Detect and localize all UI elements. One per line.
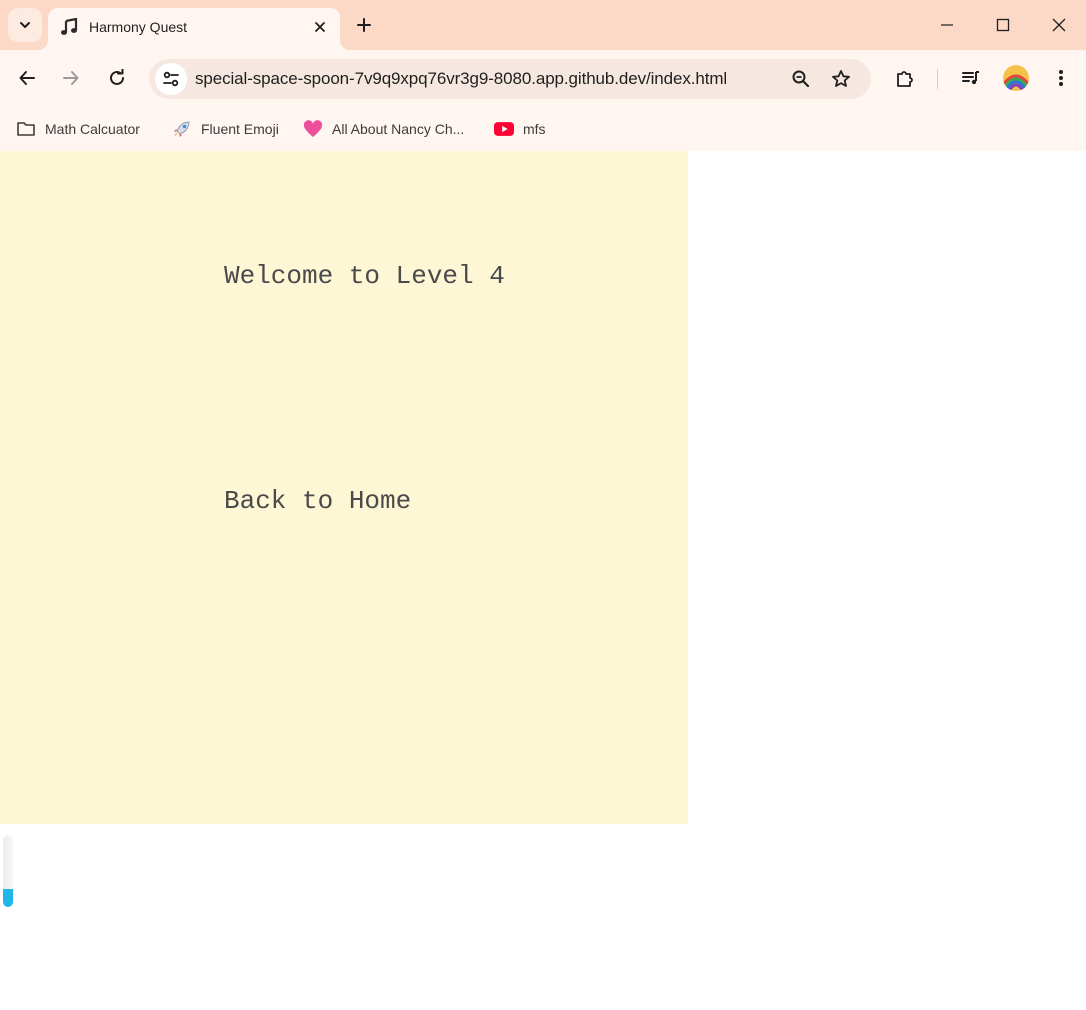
chevron-down-icon — [20, 22, 30, 28]
maximize-button[interactable] — [975, 0, 1031, 50]
page-viewport: Welcome to Level 4 Back to Home — [0, 151, 1086, 1010]
address-bar[interactable]: special-space-spoon-7v9q9xpq76vr3g9-8080… — [149, 59, 871, 99]
reload-icon — [110, 69, 124, 85]
url-text[interactable]: special-space-spoon-7v9q9xpq76vr3g9-8080… — [195, 69, 727, 89]
bookmark-star-button[interactable] — [825, 63, 857, 95]
bookmark-label: Fluent Emoji — [201, 121, 279, 137]
forward-button[interactable] — [55, 62, 87, 94]
queue-music-icon — [962, 71, 979, 85]
star-icon — [832, 70, 850, 87]
music-note-icon — [61, 18, 78, 35]
tab-title: Harmony Quest — [89, 19, 188, 35]
bookmark-mfs[interactable]: mfs — [494, 116, 546, 142]
tab-search-button[interactable] — [8, 8, 42, 42]
zoom-out-icon — [792, 70, 810, 88]
level-heading: Welcome to Level 4 — [224, 261, 505, 291]
new-tab-button[interactable] — [350, 11, 378, 39]
plus-icon — [357, 18, 371, 32]
active-tab[interactable]: Harmony Quest — [48, 8, 340, 50]
bookmark-math-calcuator[interactable]: Math Calcuator — [16, 116, 140, 142]
level-panel: Welcome to Level 4 Back to Home — [0, 151, 688, 824]
bookmark-fluent-emoji[interactable]: Fluent Emoji — [172, 116, 279, 142]
back-button[interactable] — [11, 62, 43, 94]
minimize-icon — [941, 24, 953, 26]
more-vert-icon — [1059, 70, 1063, 86]
scroll-indicator-fill — [3, 889, 13, 907]
scroll-indicator[interactable] — [3, 835, 13, 907]
media-controls-button[interactable] — [955, 62, 987, 94]
folder-icon — [16, 119, 36, 139]
maximize-icon — [996, 18, 1010, 32]
rocket-icon — [172, 119, 192, 139]
avatar-image — [1003, 65, 1029, 91]
menu-button[interactable] — [1045, 62, 1077, 94]
arrow-left-icon — [19, 71, 35, 85]
tab-close-button[interactable] — [310, 17, 330, 37]
bookmark-label: All About Nancy Ch... — [332, 121, 465, 137]
close-window-button[interactable] — [1031, 0, 1086, 50]
extensions-button[interactable] — [889, 62, 921, 94]
reload-button[interactable] — [101, 62, 133, 94]
zoom-button[interactable] — [785, 63, 817, 95]
profile-avatar[interactable] — [1003, 65, 1029, 91]
bookmarks-bar: Math Calcuator Fluent Emoji All About Na… — [0, 108, 1086, 151]
toolbar-separator — [937, 69, 938, 89]
close-icon — [315, 22, 325, 32]
bookmark-label: mfs — [523, 121, 546, 137]
site-info-button[interactable] — [155, 63, 187, 95]
heart-icon — [303, 119, 323, 139]
tune-icon — [163, 71, 179, 87]
browser-toolbar: special-space-spoon-7v9q9xpq76vr3g9-8080… — [0, 50, 1086, 108]
back-to-home-link[interactable]: Back to Home — [224, 486, 411, 516]
bookmark-label: Math Calcuator — [45, 121, 140, 137]
puzzle-icon — [897, 71, 913, 87]
minimize-button[interactable] — [919, 0, 975, 50]
youtube-icon — [494, 119, 514, 139]
arrow-right-icon — [63, 71, 79, 85]
tab-strip: Harmony Quest — [0, 0, 1086, 50]
bookmark-all-about-nancy[interactable]: All About Nancy Ch... — [303, 116, 464, 142]
close-icon — [1052, 18, 1066, 32]
